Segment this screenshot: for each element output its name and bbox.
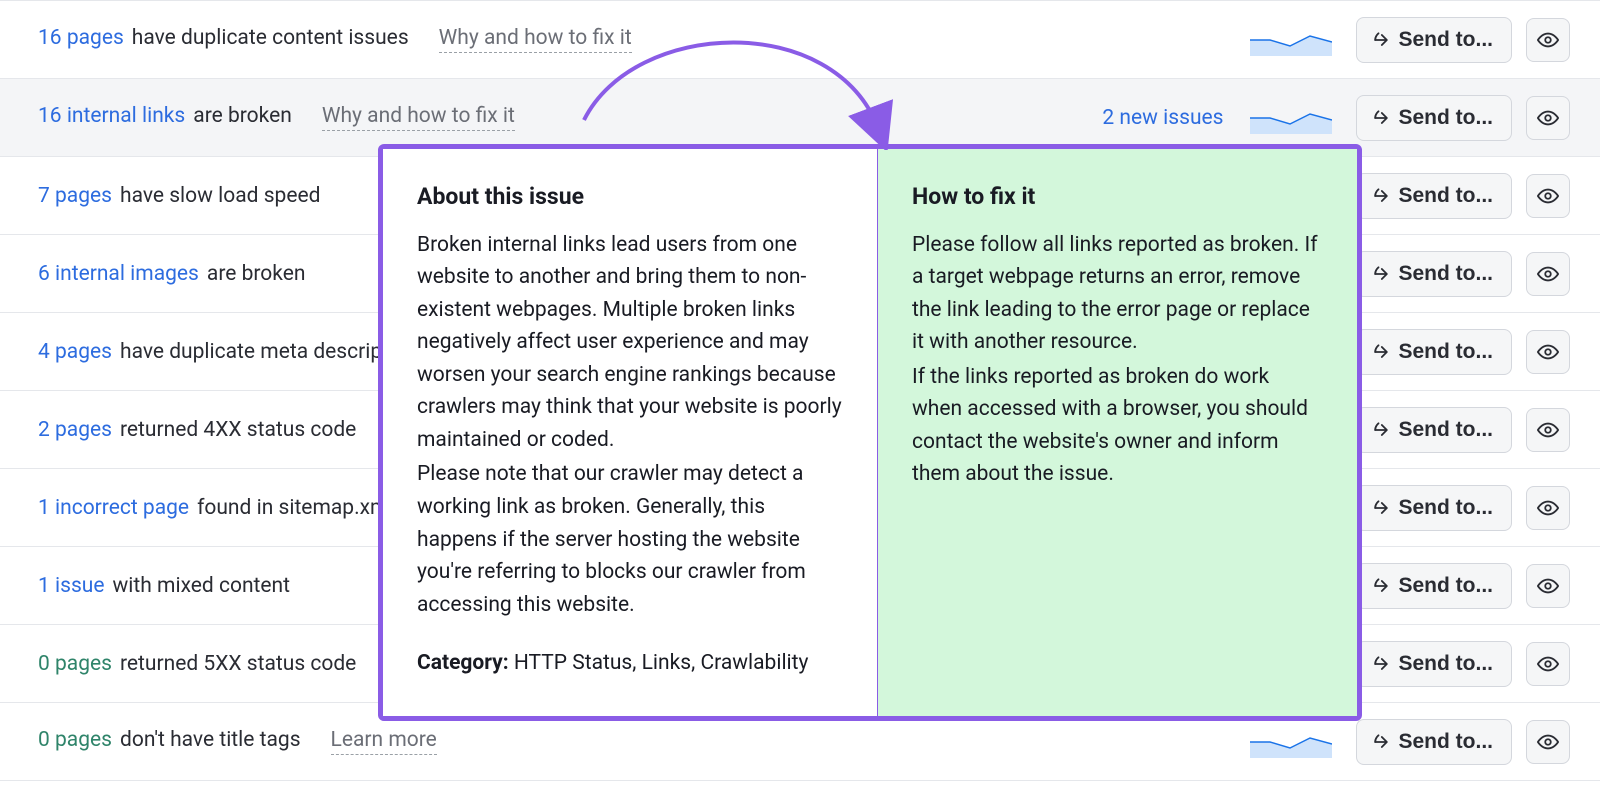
issue-count-link[interactable]: 2 pages (38, 418, 112, 442)
issue-description: are broken (207, 262, 306, 286)
issue-description: have slow load speed (120, 184, 320, 208)
send-to-label: Send to... (1399, 106, 1494, 130)
new-issues-link[interactable]: 2 new issues (1102, 106, 1223, 130)
issue-count-link[interactable]: 16 pages (38, 26, 124, 50)
toggle-visibility-button[interactable] (1526, 564, 1570, 608)
send-to-label: Send to... (1399, 418, 1494, 442)
issue-text: 2 pages returned 4XX status code (38, 418, 356, 442)
redirect-icon (1371, 186, 1391, 206)
eye-icon (1537, 575, 1559, 597)
issue-count-link[interactable]: 4 pages (38, 340, 112, 364)
issue-text: 1 incorrect page found in sitemap.xml (38, 496, 394, 520)
issue-text: 4 pageshave duplicate meta descriptions (38, 340, 429, 364)
redirect-icon (1371, 732, 1391, 752)
send-to-label: Send to... (1399, 574, 1494, 598)
issue-text: 16 internal links are broken Why and how t… (38, 104, 515, 131)
eye-icon (1537, 341, 1559, 363)
issue-description: with mixed content (113, 574, 291, 598)
issue-description: are broken (193, 104, 292, 128)
trend-sparkline (1250, 22, 1332, 58)
issue-count-link[interactable]: 1 issue (38, 574, 105, 598)
issue-description: found in sitemap.xml (197, 496, 393, 520)
send-to-label: Send to... (1399, 262, 1494, 286)
toggle-visibility-button[interactable] (1526, 408, 1570, 452)
redirect-icon (1371, 498, 1391, 518)
toggle-visibility-button[interactable] (1526, 642, 1570, 686)
send-to-label: Send to... (1399, 340, 1494, 364)
issue-text: 0 pages returned 5XX status code (38, 652, 356, 676)
issue-count-link[interactable]: 16 internal links (38, 104, 185, 128)
redirect-icon (1371, 264, 1391, 284)
issue-text: 1 issue with mixed content (38, 574, 290, 598)
popover-fix-body-1: Please follow all links reported as brok… (912, 229, 1323, 359)
popover-fix-title: How to fix it (912, 179, 1323, 215)
toggle-visibility-button[interactable] (1526, 486, 1570, 530)
eye-icon (1537, 263, 1559, 285)
issue-count-link[interactable]: 7 pages (38, 184, 112, 208)
popover-about-panel: About this issue Broken internal links l… (383, 149, 877, 716)
eye-icon (1537, 419, 1559, 441)
trend-sparkline (1250, 724, 1332, 760)
issue-description: don't have title tags (120, 728, 301, 752)
toggle-visibility-button[interactable] (1526, 96, 1570, 140)
send-to-button[interactable]: Send to... (1356, 485, 1513, 531)
popover-about-body-2: Please note that our crawler may detect … (417, 458, 843, 621)
issue-description: returned 5XX status code (120, 652, 356, 676)
redirect-icon (1371, 654, 1391, 674)
eye-icon (1537, 185, 1559, 207)
send-to-button[interactable]: Send to... (1356, 95, 1513, 141)
send-to-button[interactable]: Send to... (1356, 563, 1513, 609)
send-to-label: Send to... (1399, 184, 1494, 208)
send-to-label: Send to... (1399, 28, 1494, 52)
send-to-label: Send to... (1399, 652, 1494, 676)
eye-icon (1537, 29, 1559, 51)
issue-count-link[interactable]: 6 internal images (38, 262, 199, 286)
issue-row: 16 pages have duplicate content issues Why… (0, 1, 1600, 79)
issue-text: 0 pages don't have title tags Learn more (38, 728, 437, 755)
eye-icon (1537, 731, 1559, 753)
why-and-how-link[interactable]: Why and how to fix it (439, 26, 632, 53)
why-and-how-link[interactable]: Why and how to fix it (322, 104, 515, 131)
popover-fix-panel: How to fix it Please follow all links re… (877, 149, 1357, 716)
redirect-icon (1371, 420, 1391, 440)
send-to-button[interactable]: Send to... (1356, 251, 1513, 297)
issue-count-link[interactable]: 1 incorrect page (38, 496, 189, 520)
toggle-visibility-button[interactable] (1526, 174, 1570, 218)
toggle-visibility-button[interactable] (1526, 720, 1570, 764)
send-to-button[interactable]: Send to... (1356, 17, 1513, 63)
redirect-icon (1371, 108, 1391, 128)
redirect-icon (1371, 30, 1391, 50)
redirect-icon (1371, 342, 1391, 362)
popover-about-body-1: Broken internal links lead users from on… (417, 229, 843, 457)
send-to-label: Send to... (1399, 730, 1494, 754)
eye-icon (1537, 653, 1559, 675)
issue-help-popover: About this issue Broken internal links l… (378, 144, 1362, 721)
redirect-icon (1371, 576, 1391, 596)
eye-icon (1537, 497, 1559, 519)
send-to-button[interactable]: Send to... (1356, 407, 1513, 453)
issue-text: 6 internal images are broken (38, 262, 305, 286)
issue-description: have duplicate content issues (132, 26, 409, 50)
toggle-visibility-button[interactable] (1526, 18, 1570, 62)
send-to-button[interactable]: Send to... (1356, 329, 1513, 375)
send-to-button[interactable]: Send to... (1356, 719, 1513, 765)
popover-fix-body-2: If the links reported as broken do work … (912, 361, 1323, 491)
issue-text: 7 pages have slow load speed (38, 184, 320, 208)
issue-count-link[interactable]: 0 pages (38, 652, 112, 676)
trend-sparkline (1250, 100, 1332, 136)
eye-icon (1537, 107, 1559, 129)
send-to-button[interactable]: Send to... (1356, 173, 1513, 219)
popover-category: Category: HTTP Status, Links, Crawlabili… (417, 647, 843, 680)
toggle-visibility-button[interactable] (1526, 252, 1570, 296)
issue-count-link[interactable]: 0 pages (38, 728, 112, 752)
learn-more-link[interactable]: Learn more (331, 728, 437, 755)
issue-text: 16 pages have duplicate content issues Why… (38, 26, 632, 53)
toggle-visibility-button[interactable] (1526, 330, 1570, 374)
issue-description: returned 4XX status code (120, 418, 356, 442)
send-to-button[interactable]: Send to... (1356, 641, 1513, 687)
popover-about-title: About this issue (417, 179, 843, 215)
send-to-label: Send to... (1399, 496, 1494, 520)
